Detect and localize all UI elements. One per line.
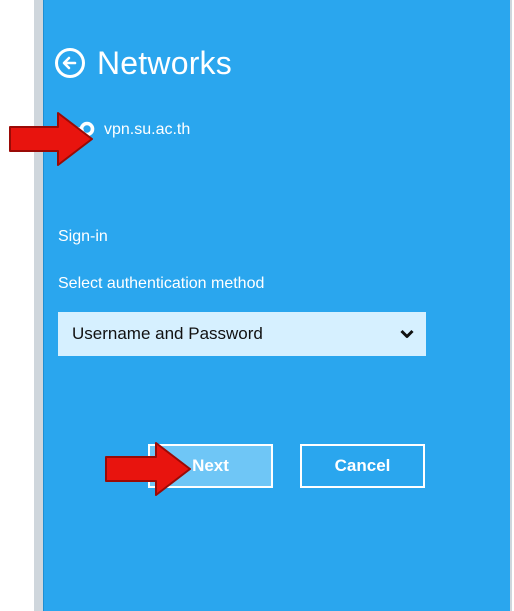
red-pointer-arrow-icon [105,442,191,496]
auth-method-dropdown[interactable]: Username and Password [58,312,426,356]
panel-header: Networks [55,40,232,86]
page-title: Networks [97,44,232,81]
red-pointer-arrow-icon [9,112,93,166]
arrow-left-circle-icon [62,56,77,70]
network-settings-panel [43,0,510,611]
cancel-button[interactable]: Cancel [300,444,425,488]
sign-in-heading: Sign-in [58,228,108,245]
chevron-down-icon [400,329,414,338]
vpn-network-name: vpn.su.ac.th [104,121,191,138]
back-button[interactable] [55,48,85,78]
auth-method-label: Select authentication method [58,275,265,292]
screenshot-stage: Networks vpn.su.ac.th Sign-in Select aut… [0,0,514,611]
auth-method-selected-value: Username and Password [72,324,263,343]
